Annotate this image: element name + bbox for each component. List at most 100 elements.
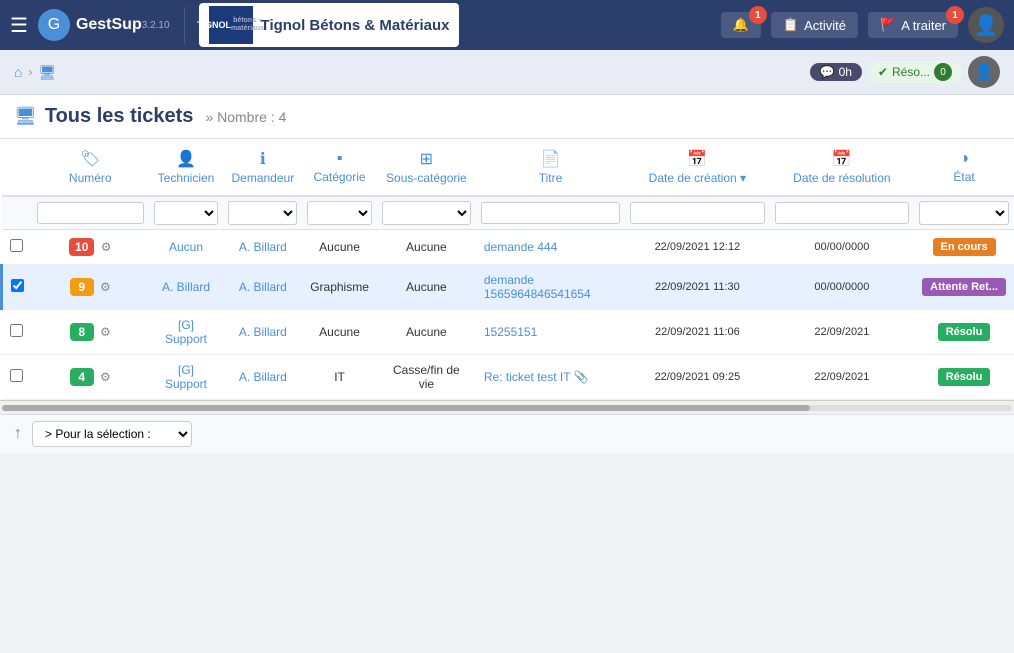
row-checkbox[interactable] (10, 369, 23, 382)
bell-icon: 🔔 (733, 17, 749, 33)
ticket-table: 🏷 Numéro 👤 Technicien ℹ Demandeur ▪ Caté… (0, 139, 1014, 400)
page-title: Tous les tickets (45, 105, 194, 128)
app-logo-icon: G (38, 9, 70, 41)
flag-badge: 1 (946, 6, 964, 24)
row-checkbox-cell (2, 310, 33, 355)
row-demandeur[interactable]: A. Billard (223, 265, 302, 310)
filter-date-resolution-cell (770, 196, 914, 230)
row-categorie: IT (302, 355, 377, 400)
row-demandeur[interactable]: A. Billard (223, 310, 302, 355)
row-date-resolution: 22/09/2021 (770, 355, 914, 400)
filter-sous-categorie-select[interactable] (382, 201, 471, 225)
tag-icon: 🏷 (40, 149, 141, 169)
row-titre[interactable]: demande 1565964846541654 (476, 265, 625, 310)
page-header: 🖥 Tous les tickets » Nombre : 4 (0, 95, 1014, 139)
col-sous-categorie[interactable]: ⊞ Sous-catégorie (377, 139, 476, 196)
scroll-up-button[interactable]: ↑ (14, 425, 22, 443)
col-demandeur[interactable]: ℹ Demandeur (223, 139, 302, 196)
col-date-resolution[interactable]: 📅 Date de résolution (770, 139, 914, 196)
row-demandeur[interactable]: A. Billard (223, 355, 302, 400)
home-breadcrumb[interactable]: ⌂ (14, 64, 22, 80)
row-checkbox[interactable] (10, 324, 23, 337)
table-filter-row (2, 196, 1014, 230)
row-date-resolution: 22/09/2021 (770, 310, 914, 355)
status-badge: Résolu (938, 323, 991, 341)
activity-button[interactable]: 📋 Activité (771, 12, 858, 38)
scrollbar-thumb[interactable] (2, 405, 810, 411)
row-checkbox[interactable] (10, 239, 23, 252)
table-row[interactable]: 10 ⚙ Aucun A. Billard Aucune Aucune dema… (2, 230, 1014, 265)
app-version: 3.2.10 (142, 20, 170, 31)
state-icon: ◑ (922, 150, 1006, 168)
filter-date-creation-input[interactable] (630, 202, 764, 224)
table-row[interactable]: 4 ⚙ [G] Support A. Billard IT Casse/fin … (2, 355, 1014, 400)
flag-icon: 🚩 (880, 17, 896, 33)
filter-date-creation-cell (625, 196, 769, 230)
row-date-creation: 22/09/2021 12:12 (625, 230, 769, 265)
filter-titre-input[interactable] (481, 202, 620, 224)
row-titre[interactable]: demande 444 (476, 230, 625, 265)
row-sous-categorie: Aucune (377, 230, 476, 265)
horizontal-scrollbar[interactable] (0, 400, 1014, 414)
attachment-icon: 📎 (574, 370, 589, 384)
col-titre[interactable]: 📄 Titre (476, 139, 625, 196)
title-icon: 📄 (484, 149, 617, 169)
row-date-creation: 22/09/2021 11:06 (625, 310, 769, 355)
company-logo-image: TIGNOL bétons – matériaux (209, 6, 253, 44)
filter-categorie-cell (302, 196, 377, 230)
filter-technicien-cell (149, 196, 224, 230)
table-row[interactable]: 9 ⚙ A. Billard A. Billard Graphisme Aucu… (2, 265, 1014, 310)
resolve-label: Réso... (892, 65, 930, 79)
ticket-number-badge: 9 (70, 278, 94, 296)
a-traiter-button[interactable]: 🚩 A traiter 1 (868, 12, 958, 38)
activity-label: Activité (804, 18, 846, 33)
row-etat: Résolu (914, 355, 1014, 400)
filter-demandeur-select[interactable] (228, 201, 297, 225)
row-technicien[interactable]: [G] Support (149, 355, 224, 400)
row-technicien[interactable]: Aucun (149, 230, 224, 265)
row-demandeur[interactable]: A. Billard (223, 230, 302, 265)
row-sous-categorie: Aucune (377, 310, 476, 355)
hamburger-menu-button[interactable]: ☰ (10, 13, 28, 38)
gear-icon: ⚙ (100, 280, 111, 294)
row-numero: 4 ⚙ (32, 355, 149, 400)
filter-etat-select[interactable] (919, 201, 1009, 225)
col-categorie[interactable]: ▪ Catégorie (302, 139, 377, 196)
user-avatar[interactable]: 👤 (968, 7, 1004, 43)
filter-demandeur-cell (223, 196, 302, 230)
row-checkbox[interactable] (11, 279, 24, 292)
notifications-button[interactable]: 🔔 1 (721, 12, 761, 38)
filter-numero-cell (32, 196, 149, 230)
app-name: GestSup (76, 16, 142, 34)
row-titre[interactable]: 15255151 (476, 310, 625, 355)
row-date-resolution: 00/00/0000 (770, 265, 914, 310)
filter-numero-input[interactable] (37, 202, 144, 224)
col-etat[interactable]: ◑ État (914, 139, 1014, 196)
row-etat: Attente Ret... (914, 265, 1014, 310)
row-technicien[interactable]: A. Billard (149, 265, 224, 310)
filter-categorie-select[interactable] (307, 201, 372, 225)
row-checkbox-cell (2, 265, 33, 310)
scrollbar-track[interactable] (2, 405, 1012, 411)
breadcrumb-avatar[interactable]: 👤 (968, 56, 1000, 88)
ticket-number-badge: 8 (70, 323, 94, 341)
col-technicien[interactable]: 👤 Technicien (149, 139, 224, 196)
row-titre[interactable]: Re: ticket test IT 📎 (476, 355, 625, 400)
page-subtitle: » Nombre : 4 (205, 109, 286, 125)
selection-action-select[interactable]: > Pour la sélection : (32, 421, 192, 447)
ticket-table-wrapper: 🏷 Numéro 👤 Technicien ℹ Demandeur ▪ Caté… (0, 139, 1014, 400)
col-date-creation[interactable]: 📅 Date de création ▾ (625, 139, 769, 196)
table-row[interactable]: 8 ⚙ [G] Support A. Billard Aucune Aucune… (2, 310, 1014, 355)
col-numero[interactable]: 🏷 Numéro (32, 139, 149, 196)
ticket-number-badge: 4 (70, 368, 94, 386)
status-badge: Résolu (938, 368, 991, 386)
flag-label: A traiter (901, 18, 946, 33)
row-numero: 8 ⚙ (32, 310, 149, 355)
filter-date-resolution-input[interactable] (775, 202, 909, 224)
ticket-breadcrumb[interactable]: 🖥 (38, 64, 56, 81)
col-checkbox (2, 139, 33, 196)
filter-checkbox-cell (2, 196, 33, 230)
ticket-number-badge: 10 (69, 238, 94, 256)
filter-technicien-select[interactable] (154, 201, 219, 225)
row-technicien[interactable]: [G] Support (149, 310, 224, 355)
